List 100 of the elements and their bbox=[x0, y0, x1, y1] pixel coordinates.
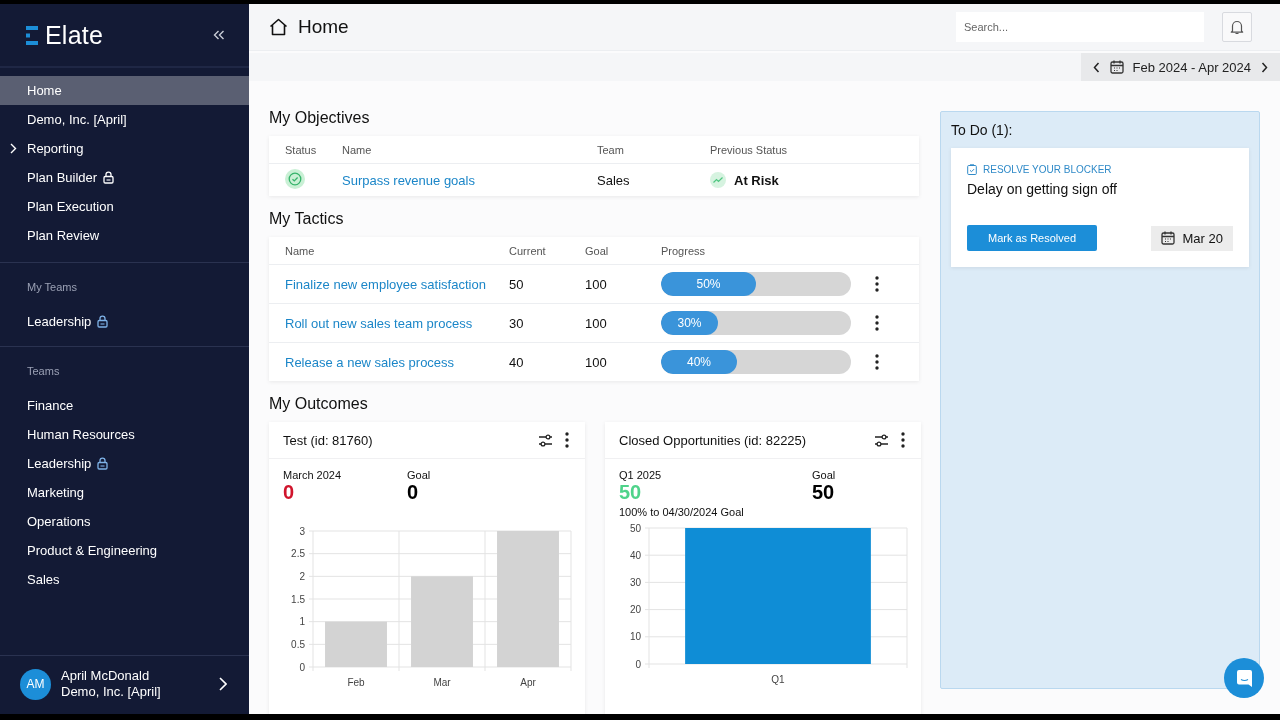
chat-button[interactable] bbox=[1224, 658, 1264, 698]
section-title: My Objectives bbox=[269, 109, 371, 127]
period-label: Q1 2025 bbox=[619, 469, 663, 481]
sidebar-item[interactable]: Leadership bbox=[0, 307, 249, 336]
section-title: My Outcomes bbox=[269, 395, 369, 413]
axis-tick-label: 30 bbox=[629, 576, 641, 588]
chart-bar bbox=[325, 621, 387, 667]
panel-title: To Do (1): bbox=[951, 122, 1014, 138]
more-icon[interactable] bbox=[875, 276, 879, 292]
bell-icon bbox=[1230, 19, 1244, 35]
more-icon[interactable] bbox=[875, 315, 879, 331]
sidebar-item-label: Finance bbox=[27, 398, 74, 413]
clipboard-check-icon bbox=[967, 164, 977, 175]
date-range-label: Feb 2024 - Apr 2024 bbox=[1132, 59, 1251, 75]
more-icon[interactable] bbox=[875, 354, 879, 370]
sidebar-item[interactable]: Human Resources bbox=[0, 420, 249, 449]
axis-tick-label: 0.5 bbox=[291, 638, 305, 650]
resolve-button[interactable]: Mark as Resolved bbox=[967, 225, 1098, 251]
chevron-right-icon bbox=[1261, 61, 1268, 73]
sidebar-item[interactable]: Home bbox=[0, 76, 249, 105]
collapse-icon[interactable] bbox=[213, 30, 225, 40]
due-date-label: Mar 20 bbox=[1182, 230, 1223, 246]
sidebar-item-label: Leadership bbox=[27, 314, 92, 329]
more-icon[interactable] bbox=[901, 432, 905, 448]
table-cell-text: 100 bbox=[585, 276, 608, 292]
sliders-icon[interactable] bbox=[874, 433, 889, 447]
chevron-left-icon bbox=[1093, 61, 1101, 73]
brand-name: Elate bbox=[45, 20, 103, 50]
axis-category-label: Apr bbox=[520, 677, 536, 688]
axis-tick-label: 20 bbox=[629, 604, 641, 616]
axis-tick-label: 50 bbox=[629, 522, 641, 534]
chevron-right-icon[interactable] bbox=[10, 143, 17, 154]
current-value: 50 bbox=[619, 481, 643, 504]
progress-fill: 50% bbox=[661, 272, 756, 296]
trend-up-icon bbox=[710, 172, 726, 188]
user-name: April McDonald bbox=[61, 668, 151, 684]
tactic-link[interactable]: Release a new sales process bbox=[285, 354, 455, 370]
goal-value: 0 bbox=[407, 481, 420, 504]
column-header: Team bbox=[597, 143, 625, 156]
tactic-link[interactable]: Roll out new sales team process bbox=[285, 315, 473, 331]
card-title: Test (id: 81760) bbox=[283, 432, 374, 448]
sidebar-item[interactable]: Sales bbox=[0, 565, 249, 594]
sidebar-item-label: Home bbox=[27, 83, 62, 98]
sidebar-item[interactable]: Plan Builder bbox=[0, 163, 249, 192]
previous-status: At Risk bbox=[734, 172, 779, 188]
sidebar-item[interactable]: Finance bbox=[0, 391, 249, 420]
tactic-link[interactable]: Finalize new employee satisfaction bbox=[285, 276, 486, 292]
sidebar-item-label: Leadership bbox=[27, 456, 92, 471]
column-header: Previous Status bbox=[710, 143, 789, 156]
sliders-icon[interactable] bbox=[538, 433, 553, 447]
chat-icon bbox=[1235, 668, 1253, 688]
sidebar-item-label: Demo, Inc. [April] bbox=[27, 112, 127, 127]
axis-tick-label: 2.5 bbox=[291, 548, 305, 560]
table-cell-text: Sales bbox=[597, 172, 631, 188]
axis-category-label: Feb bbox=[347, 677, 365, 688]
objective-link[interactable]: Surpass revenue goals bbox=[342, 172, 475, 188]
axis-tick-label: 10 bbox=[629, 631, 641, 643]
sidebar-item[interactable]: Product & Engineering bbox=[0, 536, 249, 565]
sidebar-item-label: Plan Review bbox=[27, 228, 100, 243]
sidebar-item-label: Marketing bbox=[27, 485, 85, 500]
section-heading: My Teams bbox=[26, 280, 78, 295]
search-field[interactable]: Search... bbox=[956, 12, 1204, 42]
notifications-button[interactable] bbox=[1222, 12, 1252, 42]
column-header: Current bbox=[509, 244, 547, 257]
sidebar-item[interactable]: Reporting bbox=[0, 134, 249, 163]
column-header: Goal bbox=[585, 244, 610, 257]
page-title: Home bbox=[298, 16, 350, 38]
sidebar-item[interactable]: Demo, Inc. [April] bbox=[0, 105, 249, 134]
section-title: My Tactics bbox=[269, 210, 345, 228]
sidebar-item[interactable]: Leadership bbox=[0, 449, 249, 478]
column-header: Progress bbox=[661, 244, 707, 257]
sidebar-item-label: Sales bbox=[27, 572, 60, 587]
user-avatar[interactable]: AM bbox=[20, 668, 51, 700]
chevron-right-icon[interactable] bbox=[219, 677, 227, 691]
sidebar-item[interactable]: Plan Execution bbox=[0, 192, 249, 221]
axis-tick-label: 40 bbox=[629, 549, 641, 561]
calendar-icon bbox=[1110, 60, 1125, 74]
axis-tick-label: 0 bbox=[635, 658, 641, 670]
more-icon[interactable] bbox=[565, 432, 569, 448]
current-value: 0 bbox=[283, 481, 296, 504]
sidebar-item-label: Product & Engineering bbox=[27, 543, 158, 558]
goal-label: Goal bbox=[812, 469, 836, 481]
todo-category: RESOLVE YOUR BLOCKER bbox=[983, 164, 1112, 175]
table-cell-text: 100 bbox=[585, 354, 608, 370]
sidebar-item-label: Plan Builder bbox=[27, 170, 98, 185]
sidebar-item[interactable]: Plan Review bbox=[0, 221, 249, 250]
calendar-icon bbox=[1160, 231, 1175, 245]
goal-note: 100% to 04/30/2024 Goal bbox=[618, 505, 745, 518]
sidebar-item[interactable]: Operations bbox=[0, 507, 249, 536]
home-icon bbox=[269, 18, 288, 36]
sidebar-item[interactable]: Marketing bbox=[0, 478, 249, 507]
date-range-picker[interactable]: Feb 2024 - Apr 2024 bbox=[1081, 53, 1280, 81]
check-circle-icon bbox=[285, 168, 305, 189]
column-header: Name bbox=[285, 244, 316, 257]
sidebar-item-label: Reporting bbox=[27, 141, 84, 156]
sidebar-item-label: Human Resources bbox=[27, 427, 135, 442]
section-heading: Teams bbox=[26, 364, 61, 379]
column-header: Name bbox=[342, 143, 373, 156]
axis-tick-label: 2 bbox=[299, 570, 305, 582]
logo-icon bbox=[26, 25, 38, 45]
